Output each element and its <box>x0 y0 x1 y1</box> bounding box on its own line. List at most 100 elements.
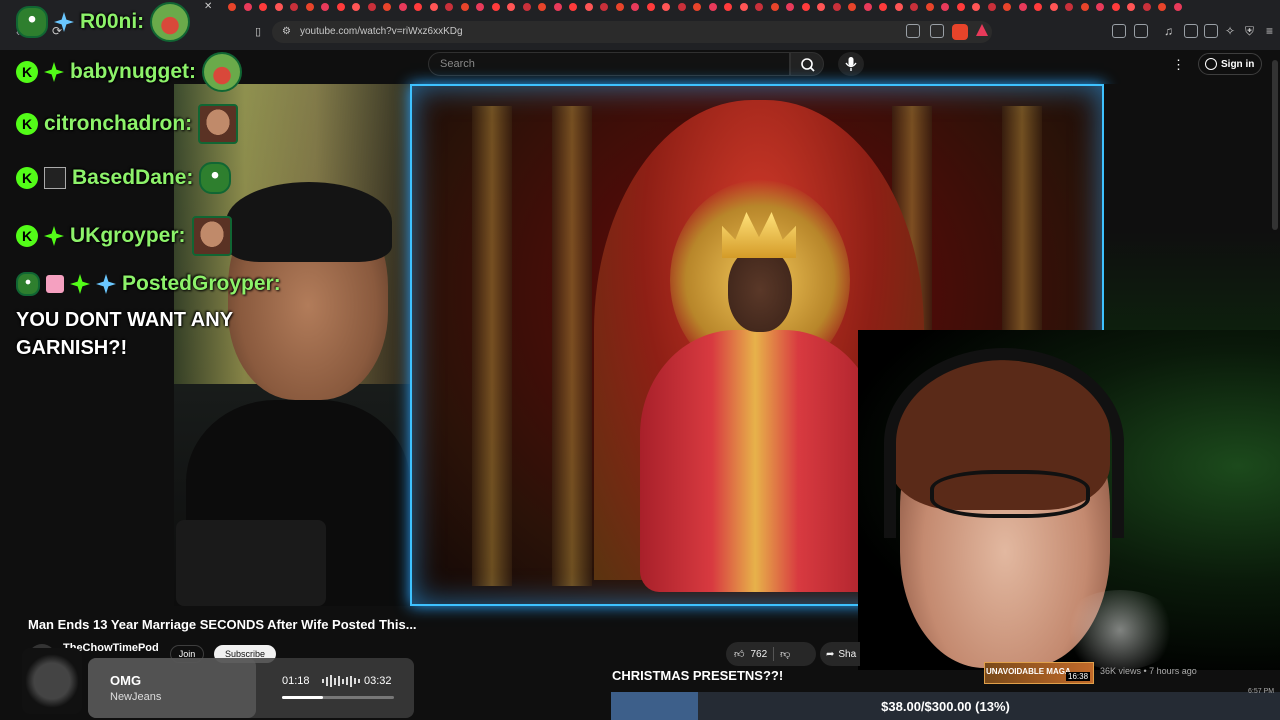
voice-search-button[interactable] <box>838 52 864 76</box>
extensions-icon[interactable] <box>1112 24 1126 38</box>
tab-favicon[interactable] <box>693 3 701 11</box>
tab-favicon[interactable] <box>538 3 546 11</box>
tab-favicon[interactable] <box>290 3 298 11</box>
tab-favicon[interactable] <box>600 3 608 11</box>
tab-favicon[interactable] <box>1173 3 1182 11</box>
face-emote-icon <box>198 104 239 144</box>
tab-favicon[interactable] <box>243 3 252 11</box>
tab-favicon[interactable] <box>569 3 577 11</box>
tab-favicon[interactable] <box>708 3 717 11</box>
tab-favicon[interactable] <box>584 3 593 11</box>
tab-favicon[interactable] <box>739 3 748 11</box>
vpn-icon[interactable]: ⛨ <box>1245 24 1254 39</box>
tab-favicon[interactable] <box>786 3 794 11</box>
tab-favicon[interactable] <box>259 3 267 11</box>
chat-username: R00ni: <box>80 10 145 33</box>
tab-favicon[interactable] <box>460 3 469 11</box>
tab-favicon[interactable] <box>832 3 841 11</box>
share-button[interactable]: ➦ Sha <box>820 642 860 666</box>
tab-favicon[interactable] <box>662 3 670 11</box>
site-info-icon[interactable]: ⚙ <box>282 26 291 37</box>
tab-favicon[interactable] <box>429 3 438 11</box>
tab-favicon[interactable] <box>367 3 376 11</box>
glasses <box>930 470 1090 518</box>
sign-in-button[interactable]: Sign in <box>1198 53 1262 75</box>
tab-favicon[interactable] <box>987 3 996 11</box>
tab-favicon[interactable] <box>352 3 360 11</box>
tab-favicon[interactable] <box>1003 3 1011 11</box>
tab-favicon[interactable] <box>801 3 810 11</box>
tab-favicon[interactable] <box>398 3 407 11</box>
tab-favicon[interactable] <box>879 3 887 11</box>
tab-favicon[interactable] <box>770 3 779 11</box>
tab-favicon[interactable] <box>383 3 391 11</box>
menu-icon[interactable]: ≡ <box>1266 24 1273 38</box>
tab-favicon[interactable] <box>724 3 732 11</box>
tab-favicon[interactable] <box>1049 3 1058 11</box>
tab-favicon[interactable] <box>848 3 856 11</box>
streamer-logo <box>22 648 82 714</box>
brave-shield-icon[interactable] <box>952 24 968 40</box>
chat-row: R00ni: <box>16 2 191 42</box>
tab-favicon[interactable] <box>491 3 500 11</box>
tab-favicon[interactable] <box>894 3 903 11</box>
song-time-total: 03:32 <box>364 675 392 687</box>
tab-favicon[interactable] <box>925 3 934 11</box>
close-tab-icon[interactable]: ✕ <box>204 1 212 12</box>
tab-favicon[interactable] <box>1111 3 1120 11</box>
tab-favicon[interactable] <box>336 3 345 11</box>
cast-icon[interactable] <box>906 24 920 38</box>
tab-favicon[interactable] <box>972 3 980 11</box>
tab-favicon[interactable] <box>228 3 236 11</box>
tab-favicon[interactable] <box>863 3 872 11</box>
tab-favicon[interactable] <box>522 3 531 11</box>
tab-favicon[interactable] <box>274 3 283 11</box>
tab-favicon[interactable] <box>1080 3 1089 11</box>
tab-favicon[interactable] <box>476 3 484 11</box>
leo-icon[interactable]: ✧ <box>1225 24 1235 38</box>
tab-favicon[interactable] <box>1034 3 1042 11</box>
thumbs-down-icon[interactable]: 👎︎ <box>780 648 790 660</box>
tab-favicon[interactable] <box>1018 3 1027 11</box>
music-note-icon[interactable]: ♫ <box>1164 24 1173 38</box>
tab-favicon[interactable] <box>941 3 949 11</box>
tab-favicon[interactable] <box>615 3 624 11</box>
thumbs-up-icon[interactable]: 👍︎ <box>734 648 744 660</box>
tab-favicon[interactable] <box>414 3 422 11</box>
tab-favicon[interactable] <box>507 3 515 11</box>
more-options-icon[interactable]: ⋮ <box>1172 57 1185 73</box>
search-input[interactable] <box>428 52 790 76</box>
tab-favicon[interactable] <box>1127 3 1135 11</box>
tab-favicon[interactable] <box>321 3 329 11</box>
url-text: youtube.com/watch?v=riWxz6xxKDg <box>300 26 463 37</box>
tab-favicon[interactable] <box>1142 3 1151 11</box>
tab-favicon[interactable] <box>910 3 918 11</box>
page-scrollbar[interactable] <box>1272 60 1278 230</box>
tab-favicon[interactable] <box>646 3 655 11</box>
share-page-icon[interactable] <box>930 24 944 38</box>
tab-favicon[interactable] <box>1065 3 1073 11</box>
kick-badge-icon: K <box>16 167 38 189</box>
sidebar-icon[interactable] <box>1184 24 1198 38</box>
search-icon <box>801 58 815 72</box>
tab-favicon[interactable] <box>305 3 314 11</box>
search-button[interactable] <box>790 52 824 76</box>
media-icon[interactable] <box>1134 24 1148 38</box>
wallet-icon[interactable] <box>1204 24 1218 38</box>
tab-favicon[interactable] <box>1158 3 1166 11</box>
bookmark-icon[interactable]: ▯ <box>255 25 261 38</box>
rewards-icon[interactable] <box>976 24 988 36</box>
tab-favicon[interactable] <box>631 3 639 11</box>
tab-favicon[interactable] <box>755 3 763 11</box>
tab-favicon[interactable] <box>677 3 686 11</box>
tab-favicon[interactable] <box>553 3 562 11</box>
tab-favicon[interactable] <box>445 3 453 11</box>
tab-favicon[interactable] <box>1096 3 1104 11</box>
chat-row: K babynugget: <box>16 52 242 92</box>
song-time-current: 01:18 <box>282 675 310 687</box>
frog-scream-emote-icon <box>150 2 191 42</box>
chat-row: K BasedDane: <box>16 162 232 194</box>
recommended-video-tag: UNAVOIDABLE MAGA <box>986 667 1071 676</box>
tab-favicon[interactable] <box>956 3 965 11</box>
tab-favicon[interactable] <box>817 3 825 11</box>
